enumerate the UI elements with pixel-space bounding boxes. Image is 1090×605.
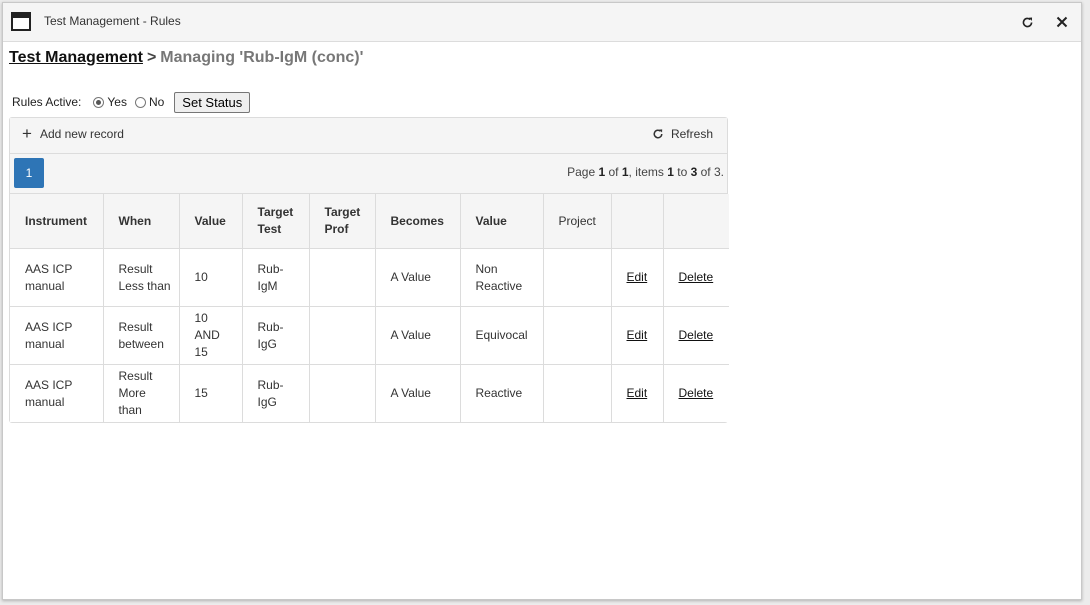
column-header-target-prof[interactable]: Target Prof: [309, 194, 376, 249]
grid-refresh-button[interactable]: Refresh: [652, 127, 713, 141]
cell-when: Result between: [103, 306, 180, 365]
rules-table: Instrument When Value Target Test Target…: [10, 194, 729, 422]
cell-project: [543, 306, 612, 365]
cell-value: 10 AND 15: [179, 306, 243, 365]
cell-project: [543, 364, 612, 422]
cell-delete: Delete: [663, 306, 729, 365]
delete-link[interactable]: Delete: [679, 328, 714, 342]
cell-becomes: A Value: [375, 306, 461, 365]
rules-active-label: Rules Active:: [12, 95, 82, 109]
window-icon: [11, 12, 31, 31]
cell-edit: Edit: [611, 248, 664, 307]
cell-result-value: Equivocal: [460, 306, 544, 365]
cell-target-prof: [309, 364, 376, 422]
radio-yes-label: Yes: [107, 95, 127, 109]
add-new-record-label: Add new record: [39, 127, 124, 141]
cell-target-test: Rub-IgG: [242, 306, 310, 365]
window-content: Test Management > Managing 'Rub-IgM (conc)…: [3, 42, 1081, 599]
table-row: AAS ICP manual Result Less than 10 Rub-I…: [10, 248, 729, 307]
cell-result-value: Non Reactive: [460, 248, 544, 307]
column-header-result-value[interactable]: Value: [460, 194, 544, 249]
cell-target-test: Rub-IgG: [242, 364, 310, 422]
edit-link[interactable]: Edit: [627, 386, 648, 400]
cell-value: 15: [179, 364, 243, 422]
radio-no-label: No: [148, 95, 165, 109]
page-info: Page 1 of 1, items 1 to 3 of 3.: [567, 165, 724, 179]
breadcrumb-current: Managing 'Rub-IgM (conc)': [160, 49, 364, 66]
column-header-value[interactable]: Value: [179, 194, 243, 249]
cell-becomes: A Value: [375, 364, 461, 422]
column-header-delete: [663, 194, 729, 249]
cell-edit: Edit: [611, 364, 664, 422]
cell-instrument: AAS ICP manual: [10, 306, 104, 365]
column-header-edit: [611, 194, 664, 249]
grid-pager: 1 Page 1 of 1, items 1 to 3 of 3.: [10, 154, 727, 194]
radio-no-dot[interactable]: [134, 96, 146, 108]
plus-icon: +: [22, 124, 32, 143]
radio-yes-dot[interactable]: [93, 96, 105, 108]
radio-yes[interactable]: Yes: [93, 95, 127, 109]
close-icon[interactable]: [1052, 12, 1072, 32]
edit-link[interactable]: Edit: [627, 328, 648, 342]
refresh-icon: [653, 129, 663, 139]
breadcrumb: Test Management > Managing 'Rub-IgM (conc)…: [9, 49, 363, 67]
table-row: AAS ICP manual Result between 10 AND 15 …: [10, 306, 729, 365]
column-header-when[interactable]: When: [103, 194, 180, 249]
cell-when: Result Less than: [103, 248, 180, 307]
table-header-row: Instrument When Value Target Test Target…: [10, 194, 729, 249]
cell-delete: Delete: [663, 248, 729, 307]
delete-link[interactable]: Delete: [679, 270, 714, 284]
cell-becomes: A Value: [375, 248, 461, 307]
window-titlebar: Test Management - Rules: [3, 3, 1081, 42]
grid-toolbar: + Add new record Refresh: [10, 118, 727, 154]
breadcrumb-root-link[interactable]: Test Management: [9, 49, 143, 66]
cell-delete: Delete: [663, 364, 729, 422]
cell-result-value: Reactive: [460, 364, 544, 422]
delete-link[interactable]: Delete: [679, 386, 714, 400]
rules-active-row: Rules Active: Yes No Set Status: [12, 90, 251, 114]
set-status-button[interactable]: Set Status: [174, 91, 251, 113]
radio-no[interactable]: No: [134, 95, 165, 109]
grid-refresh-label: Refresh: [670, 127, 713, 141]
cell-instrument: AAS ICP manual: [10, 364, 104, 422]
rules-window: Test Management - Rules Test Management >…: [2, 2, 1082, 600]
cell-target-prof: [309, 306, 376, 365]
breadcrumb-separator: >: [146, 49, 157, 66]
cell-edit: Edit: [611, 306, 664, 365]
cell-instrument: AAS ICP manual: [10, 248, 104, 307]
column-header-project[interactable]: Project: [543, 194, 612, 249]
rules-grid: + Add new record Refresh 1 Page 1 of 1, …: [9, 117, 729, 423]
cell-when: Result More than: [103, 364, 180, 422]
cell-target-prof: [309, 248, 376, 307]
cell-target-test: Rub-IgM: [242, 248, 310, 307]
edit-link[interactable]: Edit: [627, 270, 648, 284]
column-header-target-test[interactable]: Target Test: [242, 194, 310, 249]
window-title: Test Management - Rules: [44, 14, 181, 28]
table-row: AAS ICP manual Result More than 15 Rub-I…: [10, 364, 729, 422]
add-new-record-button[interactable]: + Add new record: [22, 124, 124, 143]
cell-project: [543, 248, 612, 307]
column-header-instrument[interactable]: Instrument: [10, 194, 104, 249]
refresh-icon[interactable]: [1017, 12, 1037, 32]
column-header-becomes[interactable]: Becomes: [375, 194, 461, 249]
cell-value: 10: [179, 248, 243, 307]
page-button-current[interactable]: 1: [14, 158, 44, 188]
